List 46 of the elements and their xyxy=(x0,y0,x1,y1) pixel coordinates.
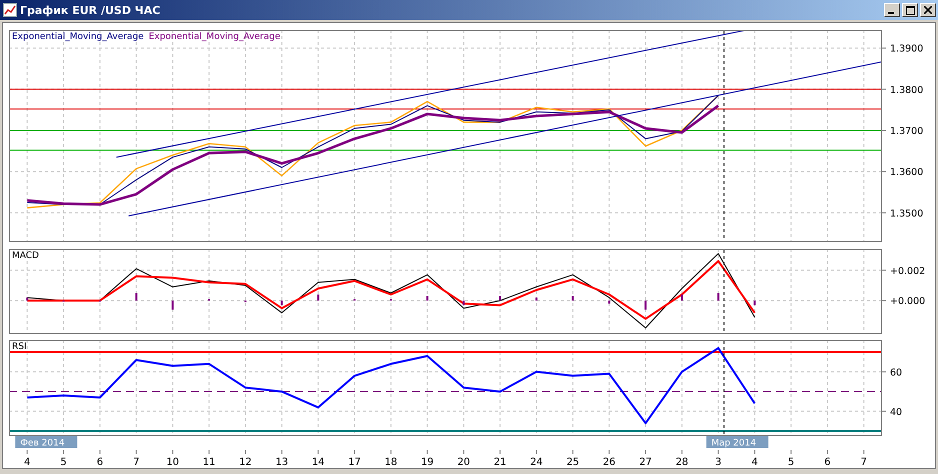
axis-label: 25 xyxy=(566,457,580,468)
axis-label: 21 xyxy=(494,457,506,468)
axis-label: 24 xyxy=(530,457,543,468)
axis-label: 12 xyxy=(239,457,252,468)
axis-label: 3 xyxy=(715,457,722,468)
window-title: График EUR /USD ЧАС xyxy=(20,4,162,16)
axis-label: +0.002 xyxy=(890,266,926,277)
maximize-button[interactable] xyxy=(902,3,918,17)
month-label: Фев 2014 xyxy=(15,436,78,448)
panel-title: MACD xyxy=(12,251,39,262)
close-button[interactable] xyxy=(920,3,936,17)
axis-label: 7 xyxy=(133,457,140,468)
axis-label: 19 xyxy=(420,457,434,468)
axis-label: 1.3700 xyxy=(890,126,924,137)
axis-label: 5 xyxy=(788,457,794,468)
axis-label: 10 xyxy=(166,457,180,468)
axis-label: 1.3500 xyxy=(890,208,924,220)
axis-label: 5 xyxy=(60,457,67,468)
axis-label: 11 xyxy=(202,457,216,468)
axis-label: 4 xyxy=(24,457,30,468)
axis-label: 4 xyxy=(752,457,758,468)
axis-label: 26 xyxy=(602,457,616,468)
month-label: Мар 2014 xyxy=(706,436,768,448)
axis-label: 7 xyxy=(860,457,867,468)
axis-label: 17 xyxy=(348,457,361,468)
legend-label: Exponential_Moving_Average xyxy=(148,32,280,43)
axis-label: 28 xyxy=(676,457,688,468)
axis-label: 14 xyxy=(312,457,325,468)
axis-label: 20 xyxy=(457,457,470,468)
axis-label: 13 xyxy=(275,457,288,468)
axis-label: 60 xyxy=(890,367,902,378)
axis-label: 6 xyxy=(824,457,831,468)
maximize-icon xyxy=(906,6,914,14)
axis-label: 18 xyxy=(384,457,398,468)
axis-label: 40 xyxy=(890,406,902,418)
axis-label: 1.3900 xyxy=(890,44,924,55)
chart-icon xyxy=(3,3,17,17)
axis-label: 27 xyxy=(639,457,652,468)
axis-label: 1.3800 xyxy=(890,84,924,96)
panel-title: RSI xyxy=(12,342,27,353)
close-icon xyxy=(924,6,932,14)
minimize-button[interactable] xyxy=(884,3,900,17)
legend-label: Exponential_Moving_Average xyxy=(12,32,144,43)
axis-label: +0.000 xyxy=(890,296,926,308)
axis-label: 6 xyxy=(96,457,104,468)
axis-label: 1.3600 xyxy=(890,167,924,178)
